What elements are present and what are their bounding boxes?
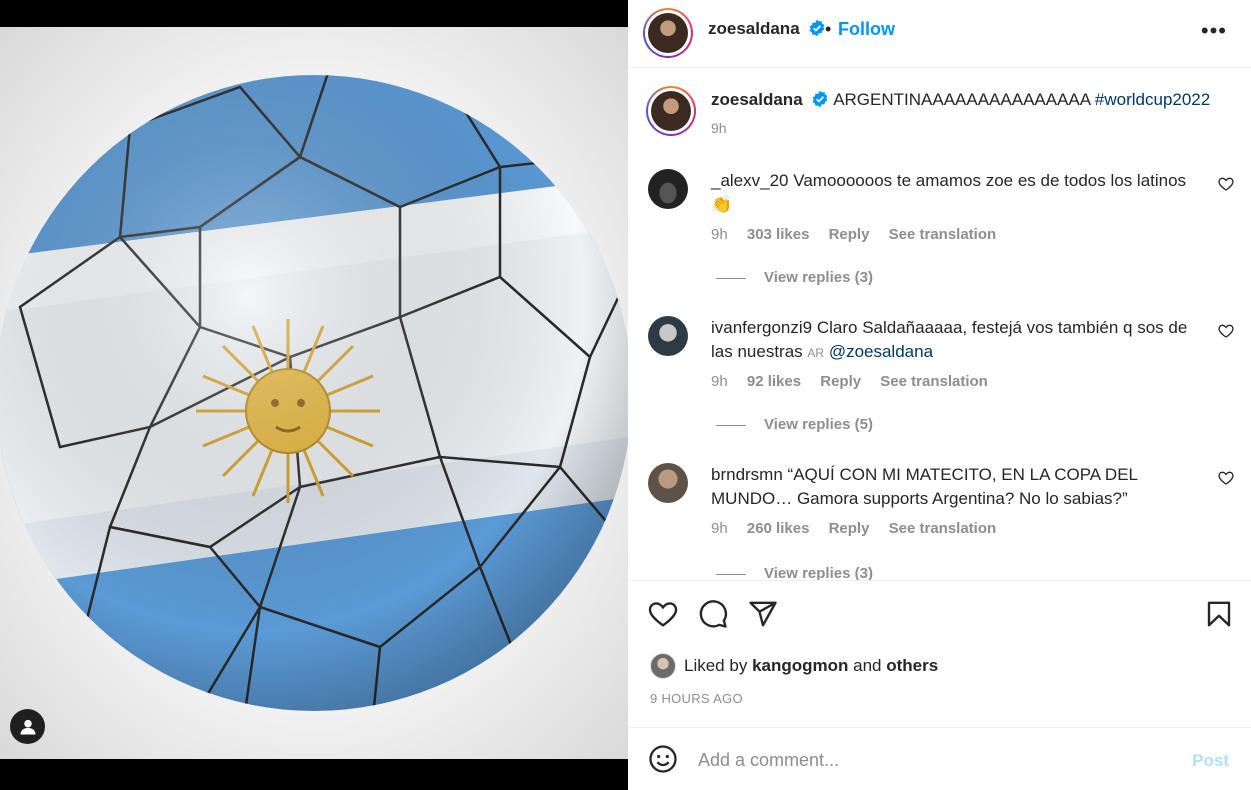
caption-text: zoesaldana ARGENTINAAAAAAAAAAAAAAA #worl… (711, 88, 1231, 112)
tagged-users-button[interactable] (10, 709, 45, 744)
like-comment-heart-icon[interactable] (1218, 470, 1234, 486)
see-translation-button[interactable]: See translation (889, 226, 997, 243)
caption-body: ARGENTINAAAAAAAAAAAAAAA (833, 90, 1091, 109)
comment-text: brndrsmn “AQUÍ CON MI MATECITO, EN LA CO… (711, 463, 1211, 511)
view-replies-button[interactable]: View replies (5) (716, 416, 873, 433)
caption-time: 9h (711, 120, 727, 136)
comment-meta: 9h 303 likes Reply See translation (711, 226, 1011, 243)
see-translation-button[interactable]: See translation (889, 520, 997, 537)
others-link[interactable]: others (886, 656, 938, 676)
comment-avatar[interactable] (648, 316, 688, 356)
author-username-wrap[interactable]: zoesaldana (708, 19, 826, 39)
comments-list[interactable]: zoesaldana ARGENTINAAAAAAAAAAAAAAA #worl… (628, 69, 1251, 580)
like-comment-heart-icon[interactable] (1218, 176, 1234, 192)
comment-meta: 9h 92 likes Reply See translation (711, 373, 1003, 390)
post-image[interactable] (0, 27, 628, 759)
reply-button[interactable]: Reply (829, 520, 870, 537)
author-avatar[interactable] (643, 8, 693, 58)
more-options-icon[interactable]: ••• (1201, 18, 1227, 44)
clapping-emoji: 👏 (711, 195, 733, 214)
comment-mention[interactable]: @zoesaldana (829, 342, 933, 361)
reply-button[interactable]: Reply (820, 373, 861, 390)
comment-text: _alexv_20 Vamoooooos te amamos zoe es de… (711, 169, 1211, 217)
argentina-football-image (0, 75, 628, 711)
reply-button[interactable]: Reply (829, 226, 870, 243)
like-comment-heart-icon[interactable] (1218, 323, 1234, 339)
caption-username[interactable]: zoesaldana (711, 90, 803, 109)
post-media (0, 0, 628, 790)
comment-bubble-icon[interactable] (698, 599, 728, 629)
save-bookmark-icon[interactable] (1204, 599, 1234, 629)
follow-button[interactable]: Follow (838, 19, 895, 40)
comment-avatar[interactable] (648, 169, 688, 209)
comment-likes[interactable]: 260 likes (747, 520, 810, 537)
comment-time: 9h (711, 520, 728, 537)
post-side-panel: zoesaldana • Follow ••• zoesaldana ARGEN… (628, 0, 1251, 790)
post-actions: Liked by kangogmon and others 9 HOURS AG… (628, 580, 1251, 727)
separator-dot: • (825, 19, 832, 39)
comment-likes[interactable]: 92 likes (747, 373, 801, 390)
comment-time: 9h (711, 226, 728, 243)
liked-by-label: Liked by (684, 656, 748, 675)
post-comment-button[interactable]: Post (1192, 751, 1229, 771)
share-send-icon[interactable] (748, 599, 778, 629)
liker-username[interactable]: kangogmon (752, 656, 848, 676)
comment-username[interactable]: brndrsmn (711, 465, 783, 484)
comment-likes[interactable]: 303 likes (747, 226, 810, 243)
like-heart-icon[interactable] (648, 599, 678, 629)
view-replies-button[interactable]: View replies (3) (716, 269, 873, 286)
comment-avatar[interactable] (648, 463, 688, 503)
liked-by: Liked by kangogmon and others (650, 653, 938, 679)
and-label: and (853, 656, 882, 675)
verified-badge-icon (809, 19, 825, 37)
see-translation-button[interactable]: See translation (880, 373, 988, 390)
comment-text: ivanfergonzi9 Claro Saldañaaaaa, festejá… (711, 316, 1211, 365)
caption-author-avatar[interactable] (646, 86, 696, 136)
emoji-icon[interactable] (648, 744, 678, 774)
post-timestamp[interactable]: 9 HOURS AGO (650, 691, 743, 706)
caption-hashtag[interactable]: #worldcup2022 (1095, 90, 1210, 109)
comment-meta: 9h 260 likes Reply See translation (711, 520, 1011, 537)
post-header: zoesaldana • Follow ••• (628, 0, 1251, 68)
comment-body: Vamoooooos te amamos zoe es de todos los… (793, 171, 1187, 190)
comment-username[interactable]: ivanfergonzi9 (711, 318, 812, 337)
flag-ar: AR (807, 346, 825, 360)
instagram-post-view: zoesaldana • Follow ••• zoesaldana ARGEN… (0, 0, 1251, 790)
view-replies-button[interactable]: View replies (3) (716, 565, 873, 580)
verified-badge-icon (813, 90, 828, 108)
comment-username[interactable]: _alexv_20 (711, 171, 789, 190)
add-comment-input[interactable] (698, 746, 1168, 774)
author-username[interactable]: zoesaldana (708, 19, 800, 38)
liker-avatar[interactable] (650, 653, 676, 679)
add-comment-bar: Post (628, 727, 1251, 790)
person-icon (20, 719, 35, 734)
comment-time: 9h (711, 373, 728, 390)
